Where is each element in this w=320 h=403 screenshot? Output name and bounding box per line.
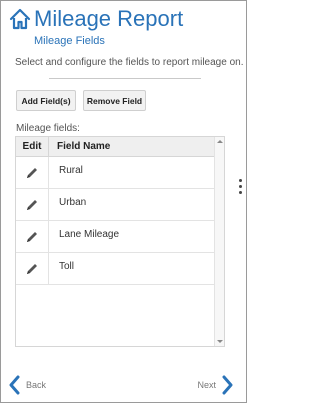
pencil-icon <box>27 231 37 242</box>
divider <box>49 78 201 79</box>
table-row[interactable]: Urban <box>16 189 214 221</box>
table-row[interactable]: Toll <box>16 253 214 285</box>
pencil-icon <box>27 263 37 274</box>
pencil-icon <box>27 199 37 210</box>
back-button[interactable]: Back <box>8 374 46 396</box>
next-button[interactable]: Next <box>197 374 234 396</box>
field-name: Urban <box>59 197 87 208</box>
field-name: Toll <box>59 261 75 272</box>
chevron-left-icon <box>9 375 20 395</box>
page-subtitle: Mileage Fields <box>34 35 105 47</box>
field-name: Rural <box>59 165 83 176</box>
next-label: Next <box>197 380 216 390</box>
pencil-icon <box>27 167 37 178</box>
table-row[interactable]: Rural <box>16 157 214 189</box>
field-name: Lane Mileage <box>59 229 120 240</box>
mileage-fields-label: Mileage fields: <box>16 123 80 134</box>
edit-button[interactable] <box>16 157 49 188</box>
back-label: Back <box>26 380 47 390</box>
add-fields-button[interactable]: Add Field(s) <box>16 90 76 111</box>
table-header: Edit Field Name <box>16 137 214 157</box>
page-title: Mileage Report <box>34 6 184 31</box>
edit-button[interactable] <box>16 189 49 220</box>
edit-button[interactable] <box>16 253 49 284</box>
panel: Mileage Report Mileage Fields Select and… <box>0 0 247 403</box>
column-header-edit: Edit <box>16 137 49 156</box>
instructions-text: Select and configure the fields to repor… <box>15 57 244 68</box>
more-options-icon[interactable] <box>239 179 243 199</box>
edit-button[interactable] <box>16 221 49 252</box>
column-header-field-name[interactable]: Field Name <box>57 137 110 156</box>
chevron-right-icon <box>222 375 233 395</box>
page-header: Mileage Report <box>9 7 183 31</box>
home-icon[interactable] <box>9 8 31 30</box>
remove-field-button[interactable]: Remove Field <box>83 90 146 111</box>
scroll-down-arrow-icon[interactable] <box>217 340 223 343</box>
mileage-fields-table: Edit Field Name Rural Urban Lane Mileage… <box>15 136 225 347</box>
table-row[interactable]: Lane Mileage <box>16 221 214 253</box>
table-scrollbar[interactable] <box>214 137 224 346</box>
scroll-up-arrow-icon[interactable] <box>217 140 223 143</box>
